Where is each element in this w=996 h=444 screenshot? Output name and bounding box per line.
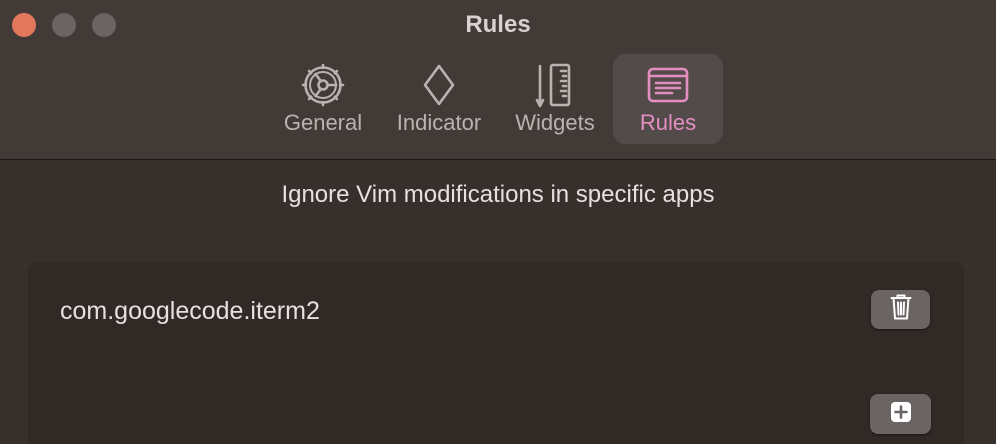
tab-general-label: General: [283, 110, 363, 135]
tab-indicator[interactable]: Indicator: [387, 54, 491, 144]
window-list-icon: [613, 62, 723, 108]
plus-icon: [890, 401, 912, 428]
diamond-icon: [387, 62, 491, 108]
steering-wheel-icon: [274, 62, 372, 108]
rules-list-panel: com.googlecode.iterm2: [28, 262, 964, 444]
tab-widgets-label: Widgets: [515, 110, 595, 135]
delete-rule-button[interactable]: [871, 290, 930, 329]
widgets-ruler-icon: [508, 62, 602, 108]
window-title: Rules: [465, 11, 531, 38]
list-item: com.googlecode.iterm2: [28, 290, 964, 334]
tab-general[interactable]: General: [274, 54, 372, 144]
tab-widgets[interactable]: Widgets: [508, 54, 602, 144]
tab-rules[interactable]: Rules: [613, 54, 723, 144]
tab-indicator-label: Indicator: [396, 110, 482, 135]
preferences-window: Rules General Indicator Widgets Rules Ig…: [0, 0, 996, 444]
add-rule-button[interactable]: [870, 394, 931, 434]
trash-icon: [890, 293, 912, 326]
tab-rules-label: Rules: [639, 110, 697, 135]
rule-bundle-id: com.googlecode.iterm2: [60, 297, 320, 325]
section-heading: Ignore Vim modifications in specific app…: [281, 181, 715, 208]
toolbar: Rules General Indicator Widgets Rules: [0, 0, 996, 160]
